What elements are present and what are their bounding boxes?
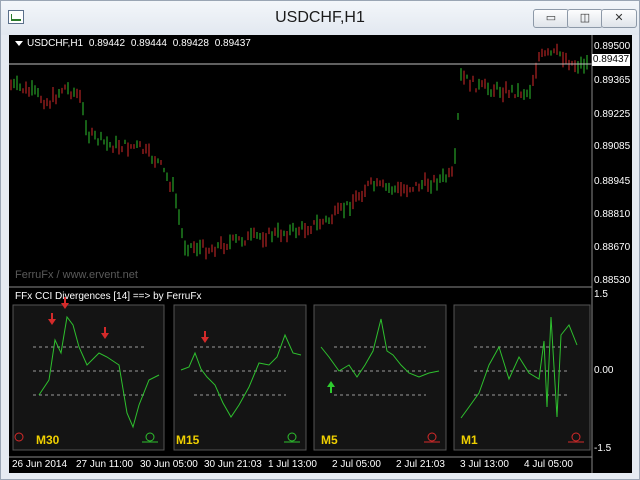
cci-panel	[12, 304, 165, 451]
high-value: 0.89444	[130, 38, 167, 49]
cci-panels	[12, 297, 591, 451]
watermark: FerruFx / www.ervent.net	[15, 269, 138, 281]
indicator-scale-label: -1.5	[594, 443, 612, 454]
indicator-scale-label: 1.5	[594, 289, 608, 300]
panel-timeframe-label: M15	[176, 433, 200, 447]
price-label: 0.89365	[594, 75, 631, 86]
time-label: 4 Jul 05:00	[524, 459, 573, 470]
symbol-label: USDCHF,H1	[27, 38, 84, 49]
price-label: 0.89500	[594, 41, 631, 52]
cci-panel	[453, 304, 591, 451]
chart-area[interactable]: USDCHF,H1 0.89442 0.89444 0.89428 0.8943…	[9, 35, 632, 473]
dropdown-triangle-icon[interactable]	[15, 40, 23, 46]
panel-timeframe-label: M1	[461, 433, 478, 447]
time-label: 30 Jun 21:03	[204, 459, 262, 470]
cci-panel	[173, 304, 307, 451]
price-label: 0.88530	[594, 275, 631, 286]
price-label: 0.88670	[594, 242, 631, 253]
price-label: 0.88945	[594, 176, 631, 187]
panel-frame	[12, 304, 165, 451]
time-label: 1 Jul 13:00	[268, 459, 317, 470]
indicator-scale-label: 0.00	[594, 365, 614, 376]
price-label: 0.88810	[594, 209, 631, 220]
minimize-button[interactable]: ▭	[533, 9, 569, 28]
chart-canvas[interactable]	[9, 35, 632, 473]
time-label: 27 Jun 11:00	[76, 459, 134, 470]
price-candles	[10, 43, 588, 260]
time-label: 30 Jun 05:00	[140, 459, 198, 470]
open-value: 0.89442	[88, 38, 126, 49]
time-label: 3 Jul 13:00	[460, 459, 509, 470]
current-price-tag: 0.89437	[592, 54, 630, 66]
close-button[interactable]: ✕	[601, 9, 637, 28]
ohlc-header: USDCHF,H1 0.89442 0.89444 0.89428 0.8943…	[15, 38, 254, 49]
terminal-window: USDCHF,H1 ▭ ◫ ✕ USDCHF,H1 0.89442 0.8944…	[0, 0, 640, 480]
cci-panel	[313, 304, 447, 451]
restore-button[interactable]: ◫	[567, 9, 603, 28]
price-label: 0.89225	[594, 109, 631, 120]
panel-timeframe-label: M30	[36, 433, 60, 447]
panel-frame	[313, 304, 447, 451]
time-label: 2 Jul 21:03	[396, 459, 445, 470]
time-label: 26 Jun 2014	[12, 459, 68, 470]
low-value: 0.89428	[172, 38, 209, 49]
panel-timeframe-label: M5	[321, 433, 338, 447]
title-bar[interactable]: USDCHF,H1 ▭ ◫ ✕	[1, 1, 639, 35]
time-label: 2 Jul 05:00	[332, 459, 381, 470]
price-label: 0.89085	[594, 141, 631, 152]
panel-frame	[173, 304, 307, 451]
close-value: 0.89437	[214, 38, 251, 49]
indicator-label: FFx CCI Divergences [14] ==> by FerruFx	[15, 291, 202, 302]
